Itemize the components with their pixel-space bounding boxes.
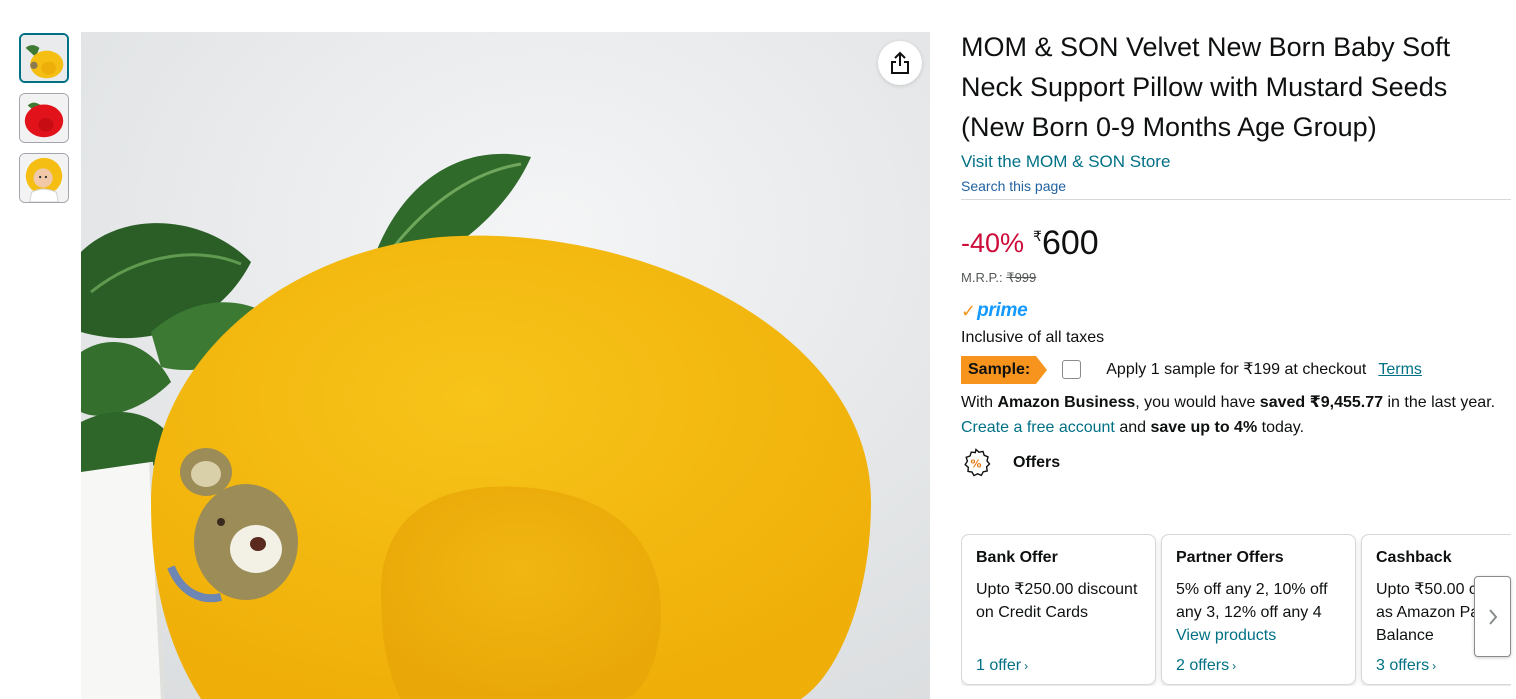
chevron-right-icon: › <box>1024 659 1029 673</box>
product-title: MOM & SON Velvet New Born Baby Soft Neck… <box>961 32 1451 142</box>
create-account-link[interactable]: Create a free account <box>961 419 1115 436</box>
business-bold: Amazon Business <box>997 394 1136 411</box>
business-text: and <box>1114 419 1151 436</box>
thumbnail-red-pillow[interactable] <box>19 93 69 143</box>
store-link[interactable]: Visit the MOM & SON Store <box>961 151 1511 173</box>
yellow-pillow-thumbnail-image <box>21 35 67 81</box>
mrp-label: M.R.P.: <box>961 270 1003 285</box>
offer-card-title: Partner Offers <box>1176 549 1284 566</box>
discount-percent: -40% <box>961 228 1025 258</box>
thumbnail-yellow-pillow[interactable] <box>19 33 69 83</box>
offer-count: 3 offers <box>1376 657 1430 674</box>
offer-card-bank[interactable]: Bank Offer Upto ₹250.00 discount on Cred… <box>961 534 1156 685</box>
mrp-value: ₹999 <box>1006 270 1037 285</box>
view-products-link[interactable]: View products <box>1176 627 1276 644</box>
prime-logo: prime <box>977 300 1028 321</box>
business-saved-amount: saved ₹9,455.77 <box>1259 394 1384 411</box>
chevron-right-icon: › <box>1232 659 1237 673</box>
chevron-right-icon: › <box>1432 659 1437 673</box>
offer-card-description: Upto ₹250.00 discount on Credit Cards <box>976 581 1138 621</box>
sample-text: Apply 1 sample for ₹199 at checkout <box>1106 360 1367 378</box>
business-text: today. <box>1257 419 1305 436</box>
red-pillow-thumbnail-image <box>20 94 68 142</box>
offers-title: Offers <box>1013 454 1061 471</box>
offer-card-link[interactable]: 2 offers › <box>1176 656 1341 676</box>
terms-link[interactable]: Terms <box>1378 360 1422 380</box>
sample-row: Sample: Apply 1 sample for ₹199 at check… <box>961 355 1511 384</box>
tax-note: Inclusive of all taxes <box>961 329 1105 346</box>
offer-card-title: Bank Offer <box>976 549 1058 566</box>
chevron-right-icon <box>1488 608 1497 625</box>
business-text: With <box>961 394 998 411</box>
sample-checkbox[interactable] <box>1062 360 1082 379</box>
offer-desc-text: 5% off any 2, 10% off any 3, 12% off any… <box>1176 581 1328 621</box>
thumbnail-baby-on-pillow[interactable] <box>19 153 69 203</box>
offer-carousel: Bank Offer Upto ₹250.00 discount on Cred… <box>961 534 1511 686</box>
search-this-page-link[interactable]: Search this page <box>961 177 1511 195</box>
thumbnail-strip <box>19 33 69 213</box>
offer-card-title: Cashback <box>1376 549 1452 566</box>
price-amount: 600 <box>1041 224 1099 262</box>
offer-count: 1 offer <box>976 657 1022 674</box>
mrp: M.R.P.: ₹999 <box>961 270 1511 286</box>
pillow-photo <box>81 32 930 699</box>
sample-badge: Sample: <box>961 355 1048 384</box>
svg-text:%: % <box>970 458 981 471</box>
offer-count: 2 offers <box>1176 657 1230 674</box>
baby-on-pillow-thumbnail-image <box>20 154 68 202</box>
business-save-up-to: save up to 4% <box>1150 419 1258 436</box>
main-product-image[interactable] <box>81 32 930 699</box>
price-row: -40% ₹ 600 <box>961 224 1511 262</box>
offer-card-link[interactable]: 3 offers › <box>1376 656 1511 676</box>
currency-symbol: ₹ <box>1033 228 1042 244</box>
prime-check-icon: ✓ <box>961 301 977 321</box>
offer-percent-icon: % <box>964 448 991 477</box>
prime-badge[interactable]: ✓ prime <box>961 300 1511 322</box>
offer-card-description: 5% off any 2, 10% off any 3, 12% off any… <box>1176 578 1341 647</box>
share-button[interactable] <box>878 41 922 85</box>
amazon-business-note: With Amazon Business, you would have sav… <box>961 390 1511 440</box>
divider <box>961 199 1511 200</box>
share-icon <box>891 51 909 74</box>
business-text: in the last year. <box>1383 394 1496 411</box>
carousel-next-button[interactable] <box>1474 576 1511 657</box>
business-text: , you would have <box>1135 394 1260 411</box>
offer-card-partner[interactable]: Partner Offers 5% off any 2, 10% off any… <box>1161 534 1356 685</box>
product-info: MOM & SON Velvet New Born Baby Soft Neck… <box>961 27 1511 478</box>
offers-header: % Offers <box>961 448 1511 478</box>
offer-card-link[interactable]: 1 offer › <box>976 656 1141 676</box>
